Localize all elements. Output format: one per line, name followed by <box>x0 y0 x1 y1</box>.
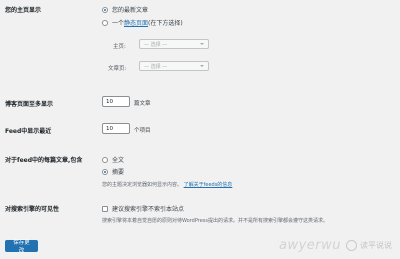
radio-button[interactable] <box>102 168 108 175</box>
radio-static-page[interactable]: 一个 静态页面 (在下方选择) <box>102 18 183 27</box>
posts-page-select-label: 文章页: <box>108 66 127 72</box>
radio-full-text[interactable]: 全文 <box>102 155 124 164</box>
watermark-cn-text: 读平说说 <box>360 241 392 250</box>
posts-per-page-label: 博客页面至多显示 <box>5 101 54 108</box>
discourage-search-checkbox-row[interactable]: 建议搜索引擎不索引本站点 <box>102 204 184 213</box>
radio-button[interactable] <box>102 156 108 163</box>
radio-latest-posts[interactable]: 您的最新文章 <box>102 5 148 14</box>
radio-summary-label: 摘要 <box>112 169 125 176</box>
feed-desc-text: 您的主题决定浏览器如何显示内容。 <box>102 182 183 188</box>
discourage-search-checkbox[interactable] <box>102 205 108 212</box>
feed-content-description: 您的主题决定浏览器如何显示内容。 了解关于feeds的信息 <box>102 181 232 188</box>
watermark: awyerwu 读平说说 <box>279 238 392 253</box>
radio-button[interactable] <box>102 19 108 26</box>
feed-items-value: 10 <box>106 125 113 132</box>
feed-content-label: 对于feed中的每篇文章,包含 <box>5 157 83 164</box>
feed-items-input[interactable]: 10 <box>102 123 130 134</box>
static-page-link[interactable]: 静态页面 <box>124 18 148 27</box>
feeds-info-link[interactable]: 了解关于feeds的信息 <box>184 182 233 188</box>
save-changes-button[interactable]: 保存更改 <box>5 240 38 254</box>
posts-page-select[interactable]: — 选择 — <box>139 61 209 71</box>
feed-items-label: Feed中显示最近 <box>5 128 52 135</box>
homepage-select-value: — 选择 — <box>144 41 168 48</box>
homepage-select[interactable]: — 选择 — <box>139 39 209 49</box>
posts-per-page-input[interactable]: 10 <box>102 96 130 107</box>
posts-per-page-unit: 篇文章 <box>134 101 151 107</box>
watermark-text: awyerwu <box>278 238 341 253</box>
radio-full-text-label: 全文 <box>112 157 125 164</box>
radio-button[interactable] <box>102 6 108 13</box>
chevron-down-icon <box>200 43 204 45</box>
posts-per-page-value: 10 <box>106 98 113 105</box>
watermark-logo-icon <box>346 240 357 251</box>
homepage-display-label: 您的主页显示 <box>5 7 42 14</box>
homepage-select-label: 主页: <box>113 44 126 50</box>
search-visibility-label: 对搜索引擎的可见性 <box>5 206 60 213</box>
posts-page-select-value: — 选择 — <box>144 63 168 70</box>
radio-static-suffix: (在下方选择) <box>148 20 183 27</box>
feed-items-unit: 个项目 <box>134 128 151 134</box>
radio-latest-posts-label: 您的最新文章 <box>112 7 149 14</box>
reading-settings-page: 您的主页显示 您的最新文章 一个 静态页面 (在下方选择) 主页: — 选择 —… <box>0 0 400 259</box>
discourage-search-label: 建议搜索引擎不索引本站点 <box>112 206 185 213</box>
search-visibility-description: 搜索引擎将本着自觉自愿的原则对待WordPress提出的请求。并不是所有搜索引擎… <box>102 218 329 224</box>
radio-summary[interactable]: 摘要 <box>102 167 124 176</box>
radio-static-prefix: 一个 <box>112 20 125 27</box>
chevron-down-icon <box>200 65 204 67</box>
